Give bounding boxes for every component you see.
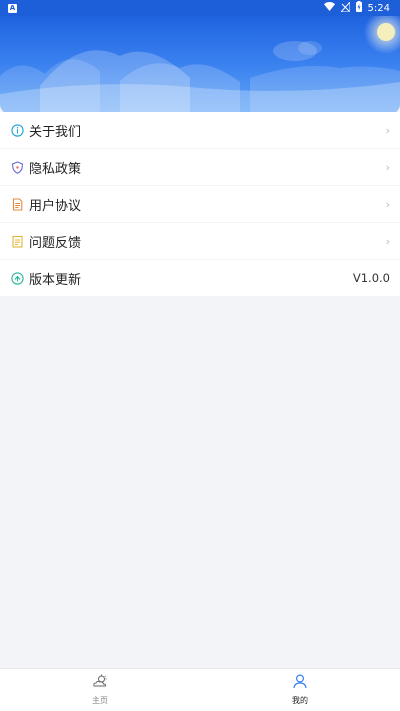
chevron-right-icon: ›	[385, 123, 390, 137]
header-banner	[0, 16, 400, 114]
menu-item-label: 隐私政策	[29, 161, 82, 177]
tab-home[interactable]: 主页	[0, 669, 200, 711]
shield-icon	[10, 160, 24, 174]
menu-item-label: 用户协议	[29, 198, 82, 214]
menu-item-label: 版本更新	[29, 272, 82, 288]
weather-home-icon	[92, 674, 108, 693]
chevron-right-icon: ›	[385, 234, 390, 248]
bottom-tab-bar: 主页 我的	[0, 668, 400, 711]
document-icon	[10, 197, 24, 211]
menu-item-privacy-policy[interactable]: 隐私政策 ›	[0, 149, 400, 185]
chevron-right-icon: ›	[385, 197, 390, 211]
no-signal-icon	[339, 0, 351, 15]
update-icon	[10, 271, 24, 285]
person-icon	[293, 674, 307, 693]
menu-item-about-us[interactable]: 关于我们 ›	[0, 112, 400, 148]
wifi-icon	[323, 2, 335, 14]
menu-item-version-update[interactable]: 版本更新 V1.0.0	[0, 260, 400, 296]
feedback-icon	[10, 234, 24, 248]
status-time: 5:24	[367, 2, 390, 14]
version-number: V1.0.0	[352, 271, 390, 285]
menu-item-feedback[interactable]: 问题反馈 ›	[0, 223, 400, 259]
chevron-right-icon: ›	[385, 160, 390, 174]
menu-item-label: 问题反馈	[29, 235, 82, 251]
tab-label: 主页	[92, 696, 108, 705]
app-notification-icon: A	[8, 3, 17, 13]
menu-item-user-agreement[interactable]: 用户协议 ›	[0, 186, 400, 222]
battery-charging-icon	[355, 1, 362, 15]
menu-item-label: 关于我们	[29, 124, 82, 140]
mountain-landscape-illustration	[0, 16, 400, 114]
tab-mine[interactable]: 我的	[200, 669, 400, 711]
status-bar: A 5:24	[0, 0, 400, 16]
tab-label: 我的	[292, 696, 308, 705]
info-icon	[10, 123, 24, 137]
